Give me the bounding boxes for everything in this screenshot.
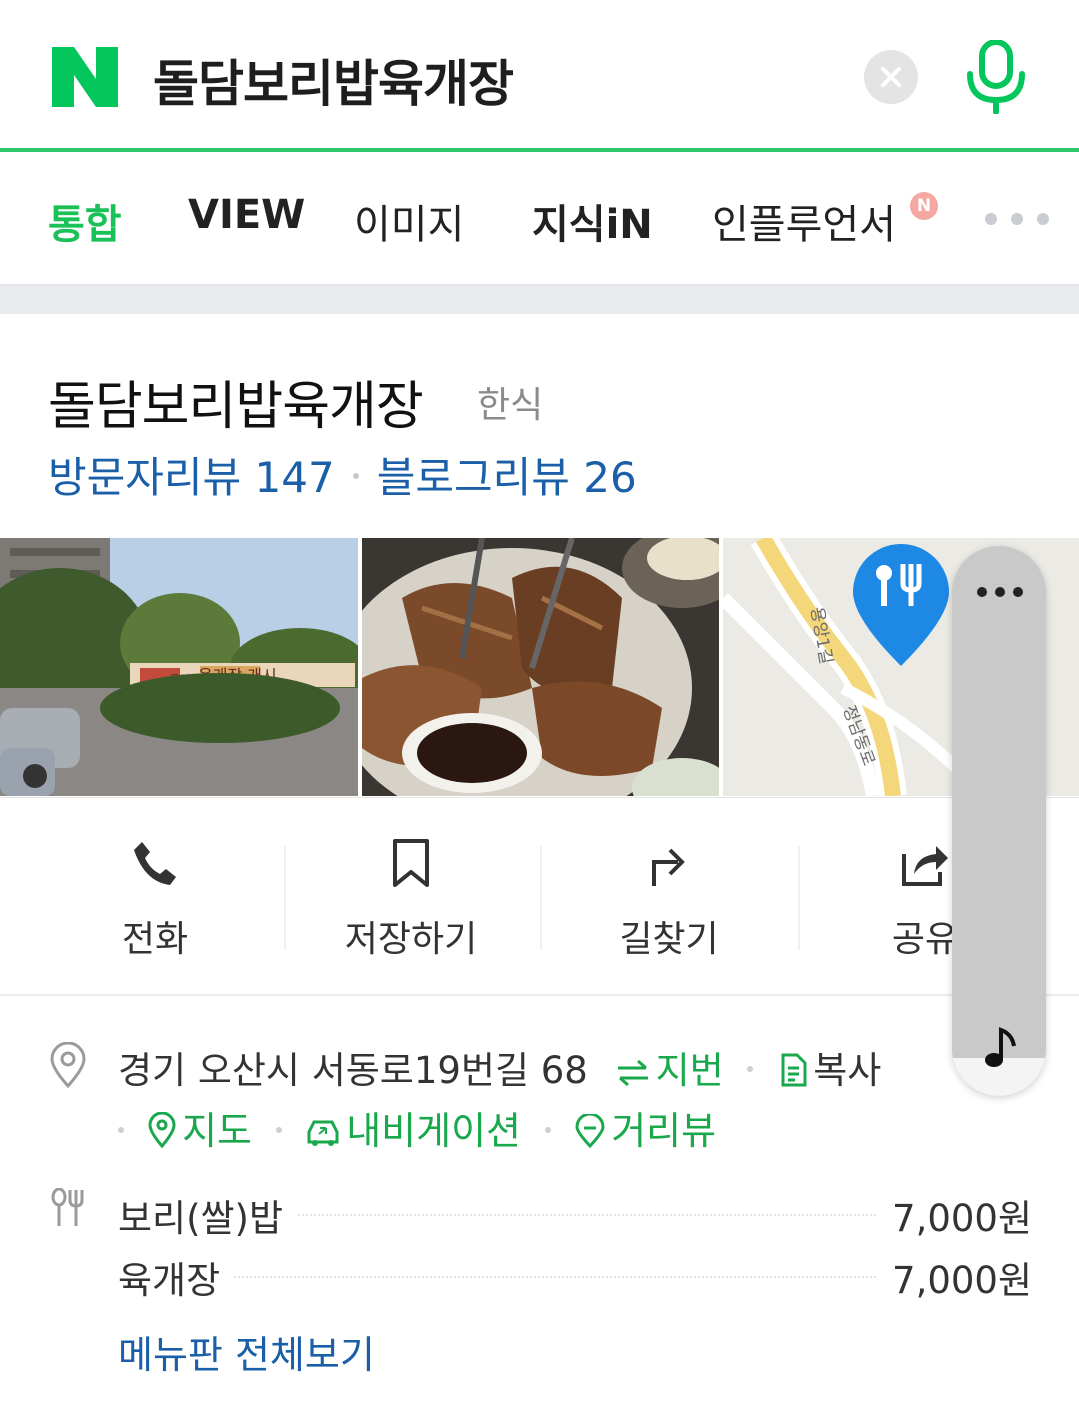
floating-edge-panel[interactable] <box>952 546 1046 1096</box>
search-header: 돌담보리밥육개장 <box>0 0 1079 152</box>
more-tabs-icon[interactable] <box>984 212 1054 226</box>
review-links: 방문자리뷰 147 블로그리뷰 26 <box>48 444 637 505</box>
jibun-toggle[interactable]: 지번 <box>616 1049 736 1092</box>
place-name[interactable]: 돌담보리밥육개장 <box>48 364 424 439</box>
restaurant-exterior-photo[interactable]: 육개장 개시 돌담 <box>0 538 358 796</box>
action-bar: 전화 저장하기 길찾기 공유 <box>0 798 1079 996</box>
microphone-icon[interactable] <box>962 40 1032 114</box>
music-note-icon[interactable] <box>982 1026 1018 1070</box>
photo-strip: 육개장 개시 돌담 <box>0 538 1079 798</box>
navigation-label: 내비게이션 <box>346 1109 522 1153</box>
menu-item-price: 7,000원 <box>878 1188 1032 1242</box>
separator-dot <box>118 1126 124 1133</box>
menu-item-price: 7,000원 <box>878 1250 1032 1304</box>
naver-logo[interactable] <box>52 47 118 107</box>
clear-search-button[interactable] <box>864 50 918 104</box>
menu-item-name: 보리(쌀)밥 <box>118 1188 298 1242</box>
tab-integrated[interactable]: 통합 <box>48 192 122 250</box>
separator-dot <box>276 1126 283 1133</box>
swap-icon <box>617 1059 648 1087</box>
close-icon <box>881 67 901 87</box>
map-pin-outline-icon <box>148 1112 176 1148</box>
grilled-pork-photo[interactable] <box>362 538 719 796</box>
phone-icon <box>134 842 176 885</box>
search-tabs: 통합 VIEW 이미지 지식iN 인플루언서 N <box>0 156 1079 286</box>
directions-icon <box>652 848 685 886</box>
separator-dot <box>747 1065 754 1072</box>
address-row: 경기 오산시 서동로19번길 68 지번 복사 <box>118 1040 881 1094</box>
car-icon <box>307 1120 339 1146</box>
new-badge: N <box>910 192 938 220</box>
address-text: 경기 오산시 서동로19번길 68 <box>118 1049 588 1092</box>
menu-item-name: 육개장 <box>118 1250 235 1304</box>
save-button[interactable]: 저장하기 <box>336 838 486 962</box>
divider <box>798 846 800 950</box>
street-view-link[interactable]: 거리뷰 <box>575 1109 716 1153</box>
tab-influencer[interactable]: 인플루언서 <box>712 192 896 250</box>
copy-label: 복사 <box>813 1049 882 1092</box>
search-input[interactable]: 돌담보리밥육개장 <box>153 44 514 116</box>
more-options-icon[interactable] <box>976 586 1024 598</box>
divider <box>540 846 542 950</box>
copy-address-button[interactable]: 복사 <box>777 1049 881 1092</box>
street-view-icon <box>575 1114 605 1148</box>
blog-reviews-link[interactable]: 블로그리뷰 26 <box>377 453 637 502</box>
divider <box>284 846 286 950</box>
place-card: 돌담보리밥육개장 한식 방문자리뷰 147 블로그리뷰 26 육개장 개시 돌담 <box>0 314 1079 1423</box>
section-divider <box>0 286 1079 314</box>
bookmark-icon <box>393 839 429 887</box>
tab-view[interactable]: VIEW <box>188 192 305 238</box>
separator-dot <box>545 1126 552 1133</box>
tab-knowledge-in[interactable]: 지식iN <box>532 192 653 250</box>
copy-icon <box>781 1053 807 1087</box>
address-links-row: 지도 내비게이션 거리뷰 <box>118 1100 716 1155</box>
directions-label: 길찾기 <box>619 919 719 960</box>
map-link[interactable]: 지도 <box>148 1109 264 1153</box>
navigation-link[interactable]: 내비게이션 <box>306 1109 533 1153</box>
utensils-icon <box>51 1188 84 1226</box>
location-icon <box>50 1042 86 1088</box>
share-icon <box>902 846 948 886</box>
separator-dot <box>352 472 359 479</box>
view-full-menu-link[interactable]: 메뉴판 전체보기 <box>118 1324 375 1379</box>
tab-images[interactable]: 이미지 <box>354 192 464 250</box>
jibun-label: 지번 <box>655 1049 724 1092</box>
place-category: 한식 <box>477 385 544 426</box>
call-label: 전화 <box>121 919 189 960</box>
street-view-label: 거리뷰 <box>611 1109 717 1153</box>
directions-button[interactable]: 길찾기 <box>594 838 744 962</box>
call-button[interactable]: 전화 <box>80 838 230 962</box>
map-link-label: 지도 <box>182 1109 253 1153</box>
save-label: 저장하기 <box>344 919 478 960</box>
visitor-reviews-link[interactable]: 방문자리뷰 147 <box>48 453 335 502</box>
